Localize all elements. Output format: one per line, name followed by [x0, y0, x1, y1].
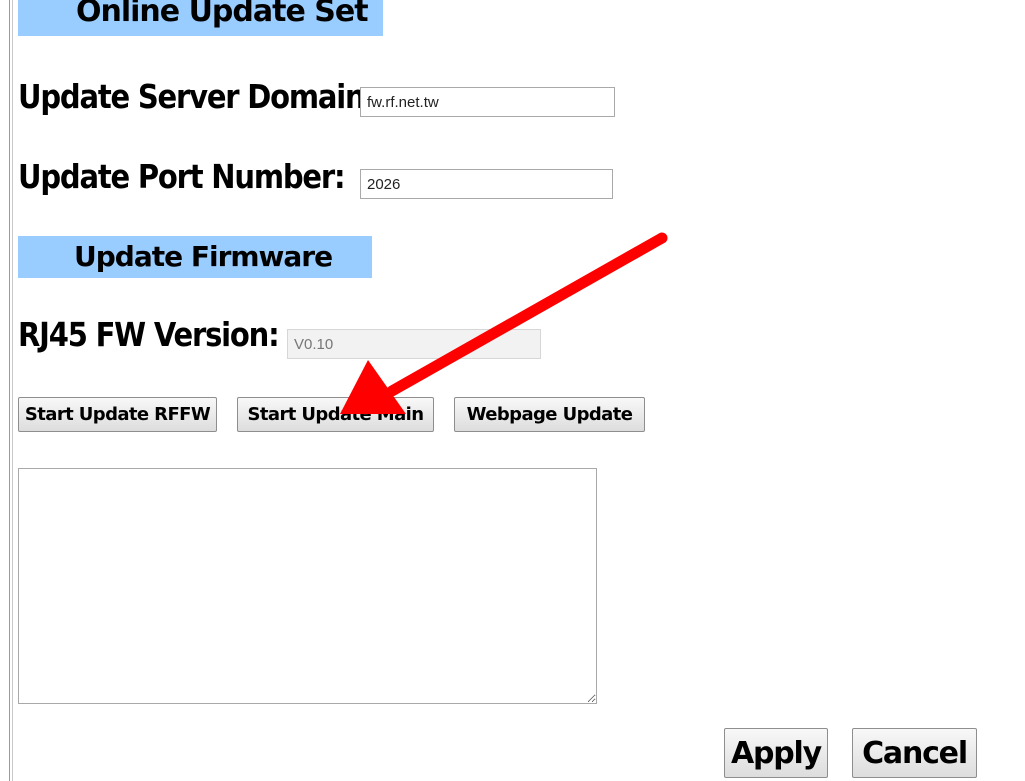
left-border-inner [12, 0, 13, 781]
arrow-shaft [386, 232, 668, 397]
webpage-update-button[interactable]: Webpage Update [454, 397, 645, 432]
update-port-number-input[interactable] [360, 169, 613, 199]
update-firmware-header: Update Firmware [18, 236, 372, 278]
update-port-number-label: Update Port Number: [18, 158, 346, 197]
left-border [9, 0, 10, 781]
rj45-fw-version-label: RJ45 FW Version: [18, 316, 280, 355]
online-update-set-title: Online Update Set [76, 0, 369, 29]
start-update-rffw-button[interactable]: Start Update RFFW [18, 397, 217, 432]
apply-button[interactable]: Apply [724, 728, 828, 778]
update-log-textarea[interactable] [18, 468, 597, 704]
update-server-domain-input[interactable] [360, 87, 615, 117]
update-firmware-title: Update Firmware [74, 240, 333, 273]
online-update-set-header: Online Update Set [18, 0, 383, 36]
rj45-fw-version-field [287, 329, 541, 359]
start-update-main-button[interactable]: Start Update Main [237, 397, 434, 432]
cancel-button[interactable]: Cancel [852, 728, 977, 778]
update-server-domain-label: Update Server Domain: [18, 78, 376, 117]
